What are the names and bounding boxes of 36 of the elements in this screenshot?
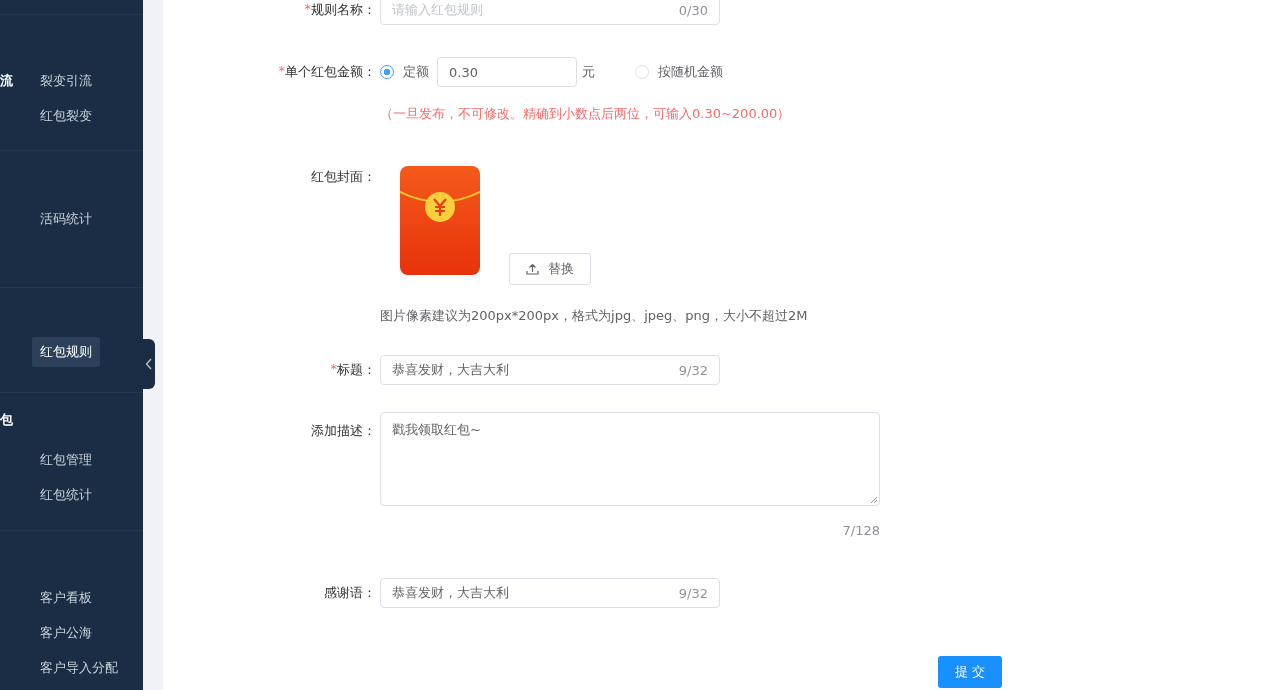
required-mark: * xyxy=(304,1,311,18)
collapse-toggle[interactable] xyxy=(143,339,155,389)
menu-item[interactable]: 活码统计 xyxy=(32,209,100,229)
thanks-field[interactable]: 恭喜发财，大吉大利 9/32 xyxy=(380,578,720,608)
field-label: 感谢语： xyxy=(323,584,376,602)
field-label: *单个红包金额： xyxy=(277,63,376,81)
upload-icon xyxy=(526,263,539,275)
unit-text: 元 xyxy=(582,63,595,81)
required-mark: * xyxy=(330,361,337,378)
menu-group-title[interactable]: 包 xyxy=(0,410,13,430)
menu-item[interactable]: 裂变引流 xyxy=(32,71,100,91)
radio-button[interactable] xyxy=(380,65,394,79)
warning-text: （一旦发布，不可修改。精确到小数点后两位，可输入0.30~200.00） xyxy=(380,106,792,122)
menu-item[interactable]: 客户公海 xyxy=(32,623,100,643)
resize-grip-icon[interactable] xyxy=(870,496,877,503)
title-field[interactable]: 恭喜发财，大吉大利 9/32 xyxy=(380,355,720,385)
field-label: *标题： xyxy=(329,361,376,379)
radio-label[interactable]: 按随机金额 xyxy=(658,63,723,81)
description-field[interactable]: 戳我领取红包~ xyxy=(380,412,880,506)
menu-item[interactable]: 红包规则 xyxy=(32,337,100,367)
cover-hint-text: 图片像素建议为200px*200px，格式为jpg、jpeg、png，大小不超过2M xyxy=(380,308,809,324)
replace-button[interactable]: 替换 xyxy=(509,253,591,285)
menu-item[interactable]: 客户看板 xyxy=(32,588,100,608)
field-label: 添加描述： xyxy=(310,422,376,440)
menu-item[interactable]: 红包统计 xyxy=(32,485,100,505)
radio-label[interactable]: 定额 xyxy=(403,63,429,81)
required-mark: * xyxy=(278,63,285,80)
field-label: 红包封面： xyxy=(310,168,376,186)
character-counter: 7/128 xyxy=(841,522,880,540)
menu-item[interactable]: 红包裂变 xyxy=(32,106,100,126)
chevron-left-icon xyxy=(145,358,153,370)
menu-item[interactable]: 客户导入分配 xyxy=(32,658,126,678)
amount-field[interactable]: 0.30 xyxy=(437,57,577,87)
menu-item[interactable]: 红包管理 xyxy=(32,450,100,470)
field-label: *规则名称： xyxy=(303,1,376,19)
menu-group-title[interactable]: 流 xyxy=(0,71,13,91)
